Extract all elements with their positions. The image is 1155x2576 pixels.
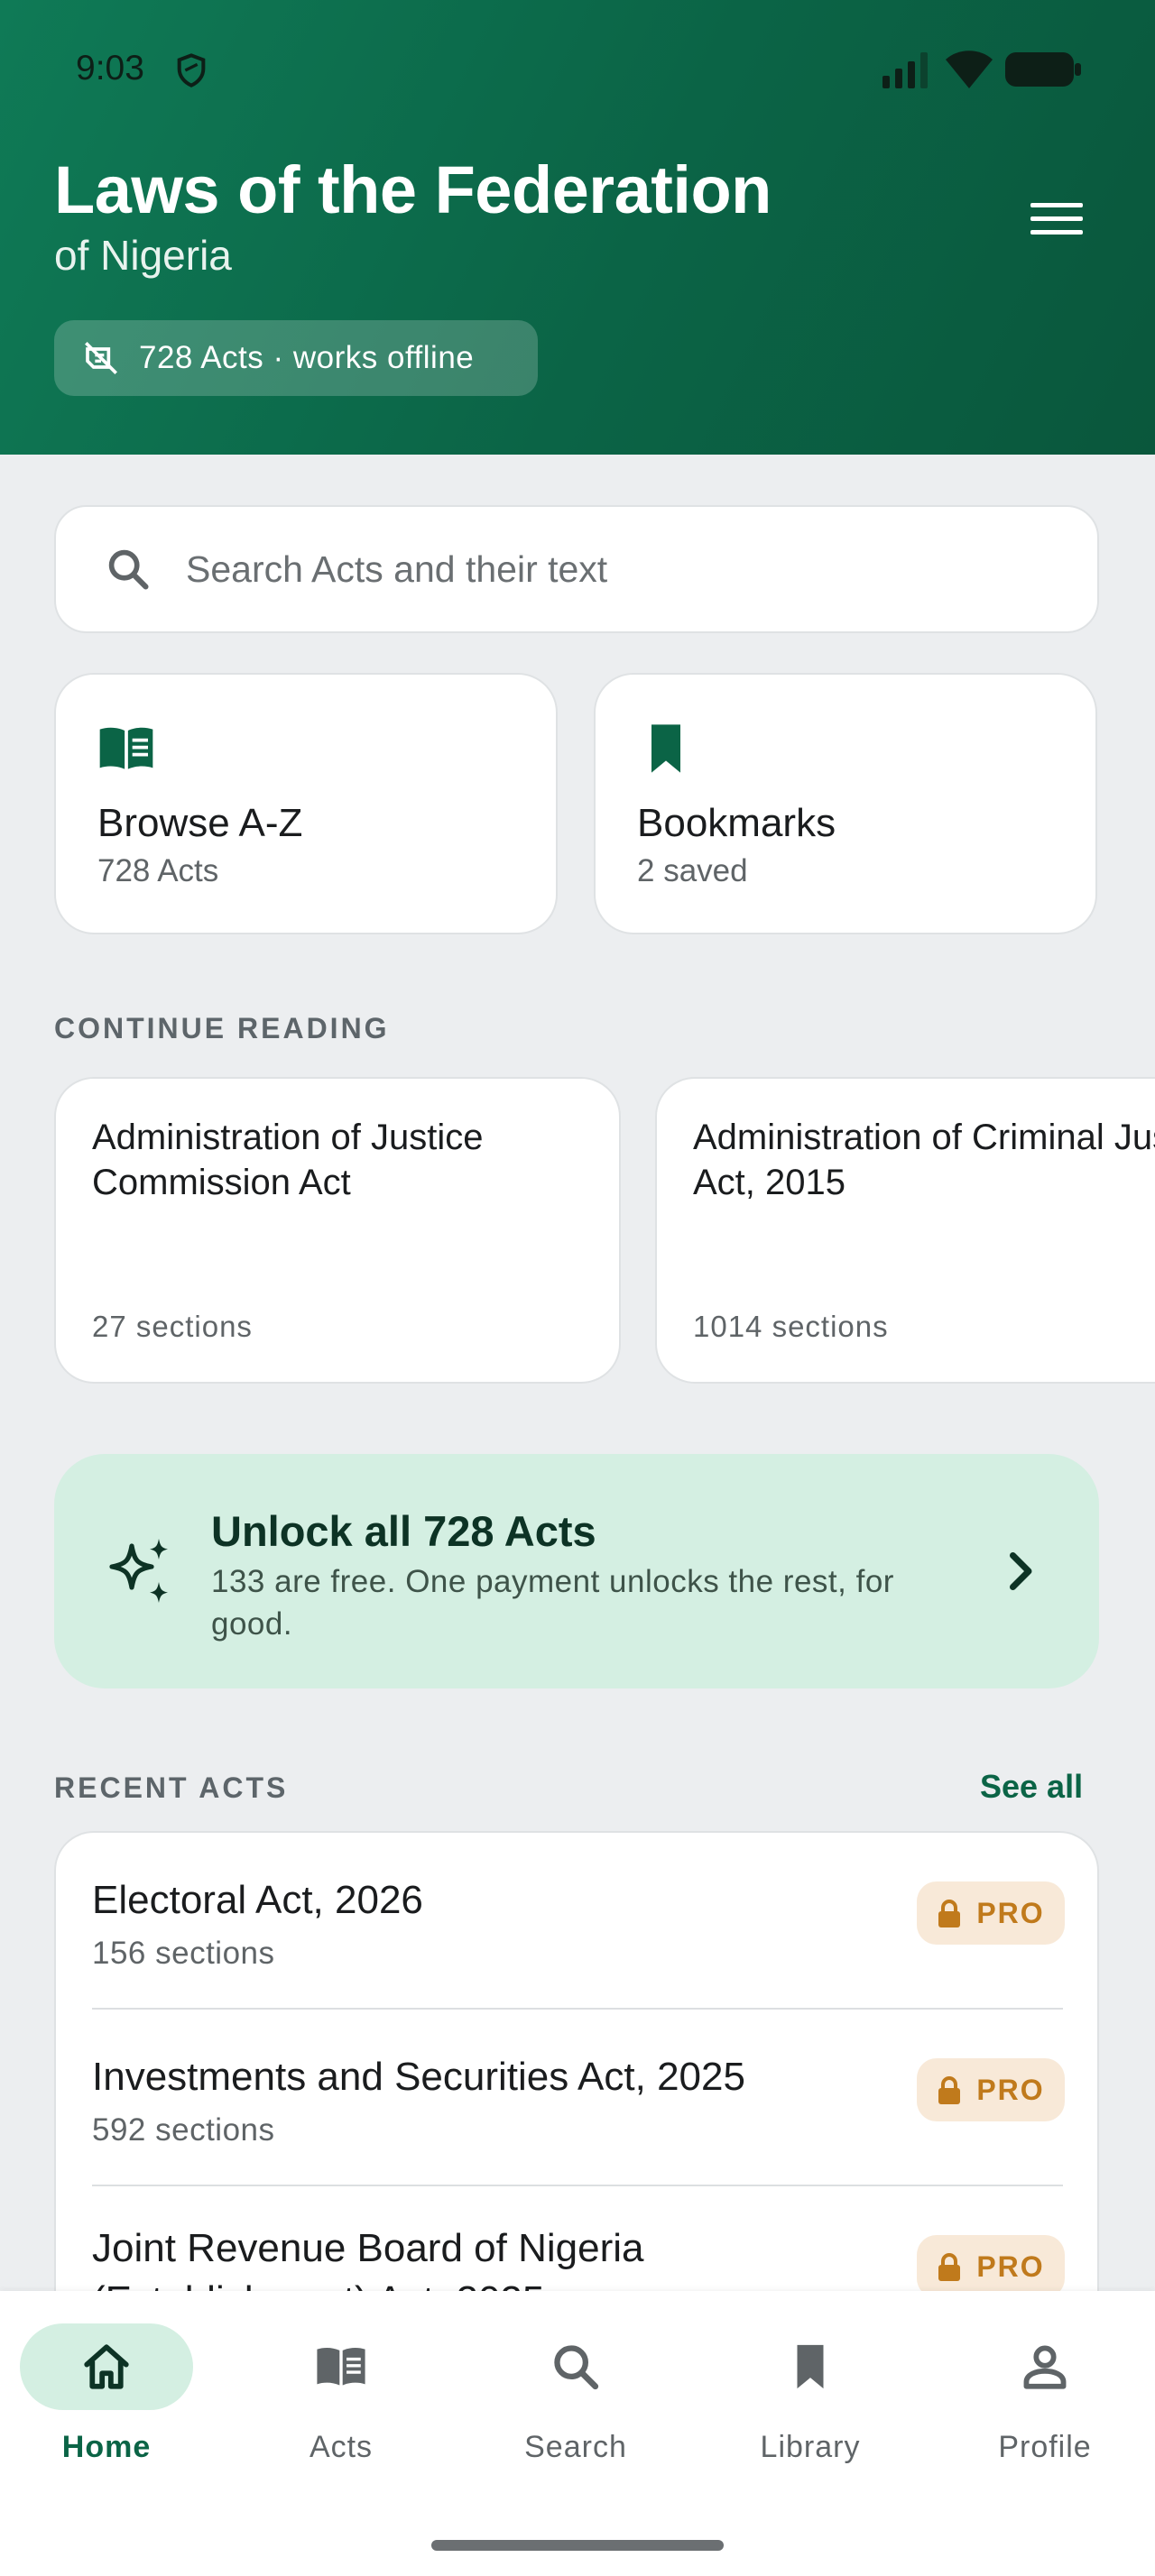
browse-a-z-tile[interactable]: Browse A-Z 728 Acts [54,673,558,934]
status-time: 9:03 [76,49,144,87]
tile-title: Browse A-Z [97,801,303,845]
bookmark-icon [797,2344,824,2389]
chevron-right-icon [1010,1552,1032,1590]
continue-reading-card[interactable]: Administration of Justice Commission Act… [54,1077,621,1384]
act-title: Investments and Securities Act, 2025 [92,2055,745,2099]
section-count: 592 sections [92,2112,275,2148]
nav-label: Home [61,2430,152,2464]
pro-label: PRO [976,2073,1045,2106]
nav-label: Library [760,2430,861,2464]
offline-icon [85,342,117,374]
nav-indicator [724,2323,897,2410]
shield-icon [177,53,206,87]
list-item[interactable]: Investments and Securities Act, 2025 592… [92,2010,1065,2186]
nav-label: Acts [309,2430,374,2464]
offline-chip: 728 Acts · works offline [54,320,538,396]
nav-search[interactable]: Search [469,2323,700,2486]
nav-home[interactable]: Home [0,2323,231,2486]
continue-reading-card[interactable]: Administration of Criminal Justice Act, … [655,1077,1155,1384]
bookmark-icon [651,724,680,773]
search-bar[interactable] [54,505,1099,633]
home-indicator [431,2540,724,2551]
list-item[interactable]: Electoral Act, 2026 156 sections PRO [92,1833,1065,2010]
lock-icon [938,2076,961,2104]
bookmarks-tile[interactable]: Bookmarks 2 saved [594,673,1097,934]
battery-icon [1005,52,1081,87]
search-input[interactable] [186,547,998,591]
tile-subtitle: 728 Acts [97,853,219,888]
section-count: 156 sections [92,1936,275,1971]
wifi-icon [946,51,993,88]
person-icon [1023,2345,1067,2389]
recent-acts-heading: RECENT ACTS [54,1771,289,1804]
nav-label: Profile [998,2430,1092,2464]
book-open-icon [99,727,153,769]
pro-badge: PRO [917,2235,1065,2298]
nav-profile[interactable]: Profile [938,2323,1155,2486]
pro-label: PRO [976,1896,1045,1929]
section-count: 1014 sections [693,1310,889,1343]
nav-indicator [20,2323,193,2410]
app-header: 9:03 Laws of the Federation of Nigeria 7… [0,0,1155,455]
unlock-subtitle: 133 are free. One payment unlocks the re… [211,1564,894,1642]
nav-indicator [254,2323,428,2410]
lock-icon [938,2253,961,2281]
nav-indicator [489,2323,662,2410]
lock-icon [938,1900,961,1927]
book-open-icon [317,2347,365,2386]
sparkle-icon [109,1539,168,1603]
search-icon [108,549,149,590]
act-title: Administration of Justice Commission Act [92,1118,484,1202]
search-icon [554,2345,599,2390]
unlock-title: Unlock all 728 Acts [211,1507,596,1555]
status-bar: 9:03 [0,0,1155,135]
tile-title: Bookmarks [637,801,836,845]
app-subtitle: of Nigeria [54,232,232,279]
nav-library[interactable]: Library [704,2323,935,2486]
unlock-banner[interactable]: Unlock all 728 Acts 133 are free. One pa… [54,1454,1099,1688]
pro-badge: PRO [917,2058,1065,2121]
signal-icon [882,52,928,88]
section-count: 27 sections [92,1310,253,1343]
nav-acts[interactable]: Acts [235,2323,466,2486]
act-title: Electoral Act, 2026 [92,1878,423,1922]
nav-label: Search [524,2430,627,2464]
menu-icon [1030,203,1083,235]
offline-chip-label: 728 Acts · works offline [139,340,475,375]
continue-reading-heading: CONTINUE READING [54,1012,390,1044]
pro-label: PRO [976,2249,1045,2283]
menu-button[interactable] [1018,189,1095,249]
see-all-link[interactable]: See all [980,1768,1083,1806]
pro-badge: PRO [917,1881,1065,1945]
bottom-navigation: Home Acts Search Library Profile [0,2291,1155,2576]
nav-indicator [958,2323,1132,2410]
home-icon [84,2344,129,2389]
app-title: Laws of the Federation [54,152,772,227]
tile-subtitle: 2 saved [637,853,748,888]
act-title: Administration of Criminal Justice Act, … [693,1118,1155,1202]
